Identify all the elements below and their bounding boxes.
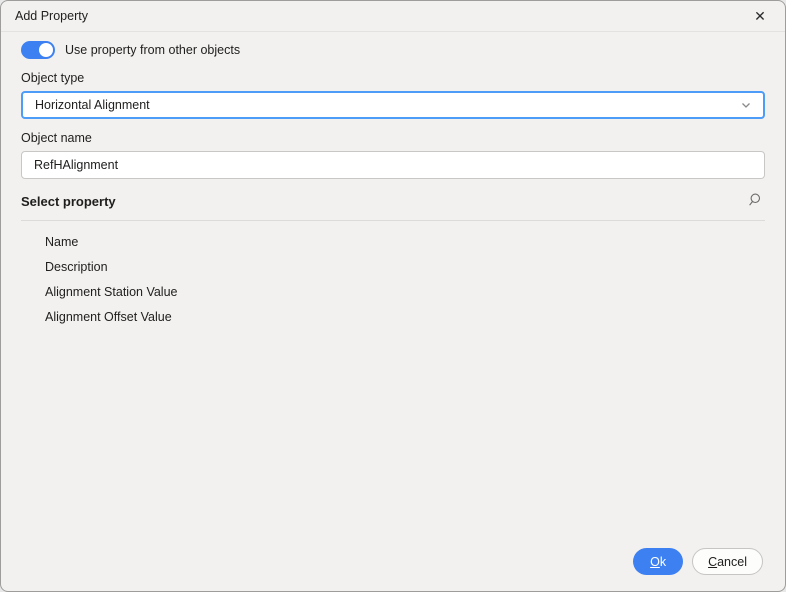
object-type-label: Object type [21,71,765,86]
close-button[interactable]: ✕ [749,5,771,27]
property-list-item[interactable]: Description [21,254,765,279]
object-name-label: Object name [21,131,765,146]
use-property-toggle[interactable] [21,41,55,59]
chevron-down-icon [739,98,753,112]
cancel-button[interactable]: Cancel [692,548,763,575]
close-icon: ✕ [754,8,766,25]
property-list: Name Description Alignment Station Value… [21,229,765,329]
property-list-item[interactable]: Alignment Offset Value [21,304,765,329]
search-button[interactable] [743,190,765,212]
dialog-content: Use property from other objects Object t… [1,41,785,329]
add-property-dialog: Add Property ✕ Use property from other o… [0,0,786,592]
select-property-title: Select property [21,194,116,209]
select-property-header: Select property [21,191,765,211]
property-list-item[interactable]: Alignment Station Value [21,279,765,304]
toggle-knob-icon [39,43,53,57]
ok-button[interactable]: Ok [633,548,683,575]
use-property-toggle-label: Use property from other objects [65,43,240,57]
cancel-button-label: Cancel [708,555,747,569]
ok-button-label: Ok [650,555,666,569]
footer-buttons: Ok Cancel [633,548,763,575]
object-name-input[interactable] [21,151,765,179]
search-icon [746,192,762,211]
object-type-select[interactable]: Horizontal Alignment [21,91,765,119]
title-bar: Add Property ✕ [1,1,785,32]
section-divider [21,220,765,221]
use-property-toggle-row: Use property from other objects [21,41,765,59]
property-list-item[interactable]: Name [21,229,765,254]
object-type-value: Horizontal Alignment [35,98,739,112]
dialog-title: Add Property [15,9,88,23]
